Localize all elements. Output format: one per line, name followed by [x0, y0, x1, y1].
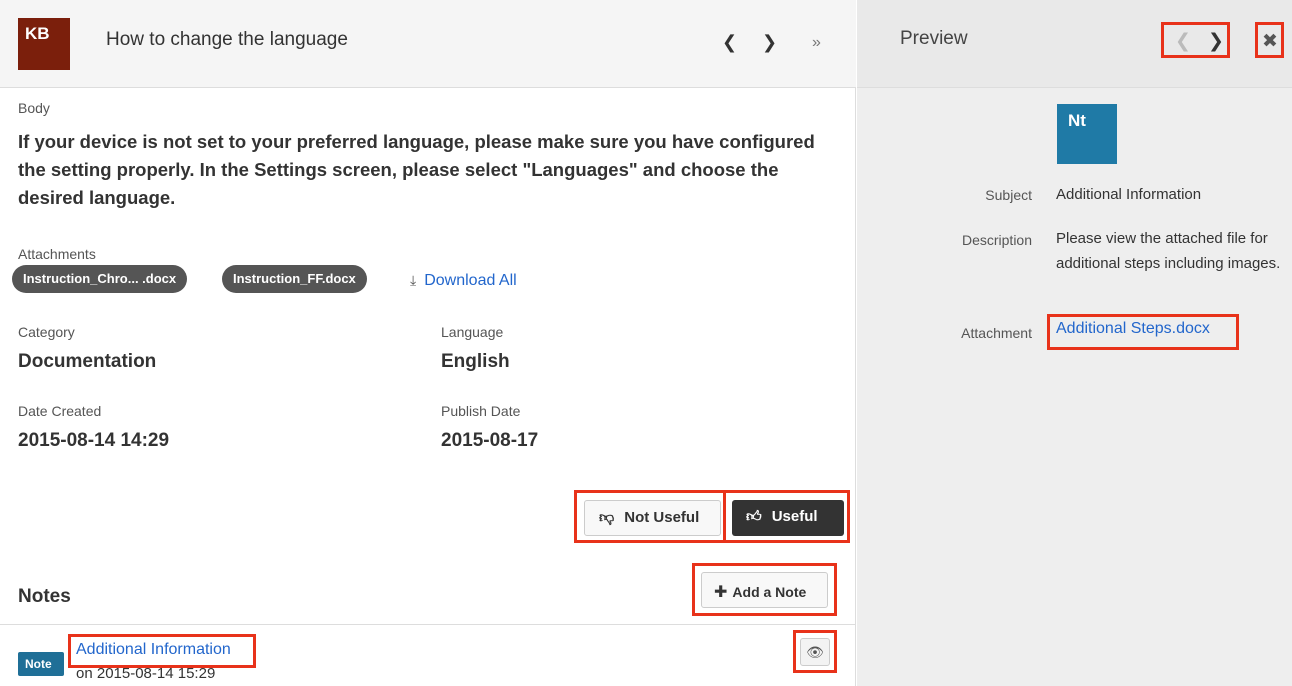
close-icon[interactable]: ✖ [1262, 30, 1278, 53]
notes-title: Notes [18, 586, 71, 607]
record-pane: KB How to change the language ❮ ❯ » Body… [0, 0, 856, 686]
body-text: If your device is not set to your prefer… [18, 131, 815, 208]
preview-next-button[interactable]: ❯ [1208, 30, 1224, 53]
category-label: Category [18, 324, 75, 340]
kb-avatar: KB [18, 18, 70, 70]
preview-note-button[interactable]: 👁︎ [800, 638, 830, 666]
attachment-pill[interactable]: Instruction_FF.docx [222, 265, 367, 293]
add-note-button[interactable]: ✚ Add a Note [701, 572, 828, 608]
preview-pane: Preview ❮ ❯ ✖ Nt Subject Additional Info… [857, 0, 1292, 686]
thumbs-down-icon: 👎︎ [599, 509, 615, 526]
download-all-link[interactable]: ⤓ Download All [410, 272, 517, 290]
language-label: Language [441, 324, 504, 340]
download-all-label: Download All [424, 272, 517, 289]
note-date: on 2015-08-14 15:29 [76, 665, 216, 682]
description-label: Description [961, 232, 1032, 248]
preview-header: Preview ❮ ❯ ✖ [857, 0, 1292, 88]
subject-value: Additional Information [1056, 186, 1202, 203]
preview-title: Preview [900, 28, 968, 49]
publish-date-label: Publish Date [441, 403, 521, 419]
not-useful-label: Not Useful [624, 509, 700, 526]
category-value: Documentation [18, 351, 157, 372]
add-note-label: Add a Note [732, 584, 807, 600]
publish-date-value: 2015-08-17 [441, 430, 539, 451]
attachments-label: Attachments [18, 246, 96, 262]
previous-record-button[interactable]: ❮ [722, 32, 737, 53]
notes-divider [0, 624, 856, 625]
date-created-value: 2015-08-14 14:29 [18, 430, 170, 451]
expand-pane-button[interactable]: » [812, 34, 821, 52]
attachment-pill[interactable]: Instruction_Chro... .docx [12, 265, 188, 293]
body-label: Body [18, 100, 50, 116]
plus-icon: ✚ [714, 584, 728, 601]
record-title: How to change the language [106, 29, 348, 50]
eye-icon: 👁︎ [806, 644, 824, 660]
note-title-link[interactable]: Additional Information [76, 641, 231, 659]
language-value: English [441, 351, 510, 372]
next-record-button[interactable]: ❯ [762, 32, 777, 53]
download-icon: ⤓ [410, 272, 417, 288]
record-header: KB How to change the language ❮ ❯ » [0, 0, 856, 88]
description-value: Please view the attached file for additi… [1056, 230, 1281, 272]
useful-button[interactable]: 👍︎ Useful [732, 500, 844, 536]
preview-previous-button[interactable]: ❮ [1175, 30, 1191, 53]
subject-label: Subject [985, 187, 1032, 203]
date-created-label: Date Created [18, 403, 102, 419]
note-avatar: Nt [1057, 104, 1117, 164]
not-useful-button[interactable]: 👎︎ Not Useful [584, 500, 721, 536]
attachment-link[interactable]: Additional Steps.docx [1056, 320, 1210, 338]
note-badge: Note [18, 652, 64, 676]
useful-label: Useful [771, 508, 818, 525]
attachment-label: Attachment [961, 325, 1032, 341]
thumbs-up-icon: 👍︎ [746, 508, 762, 525]
